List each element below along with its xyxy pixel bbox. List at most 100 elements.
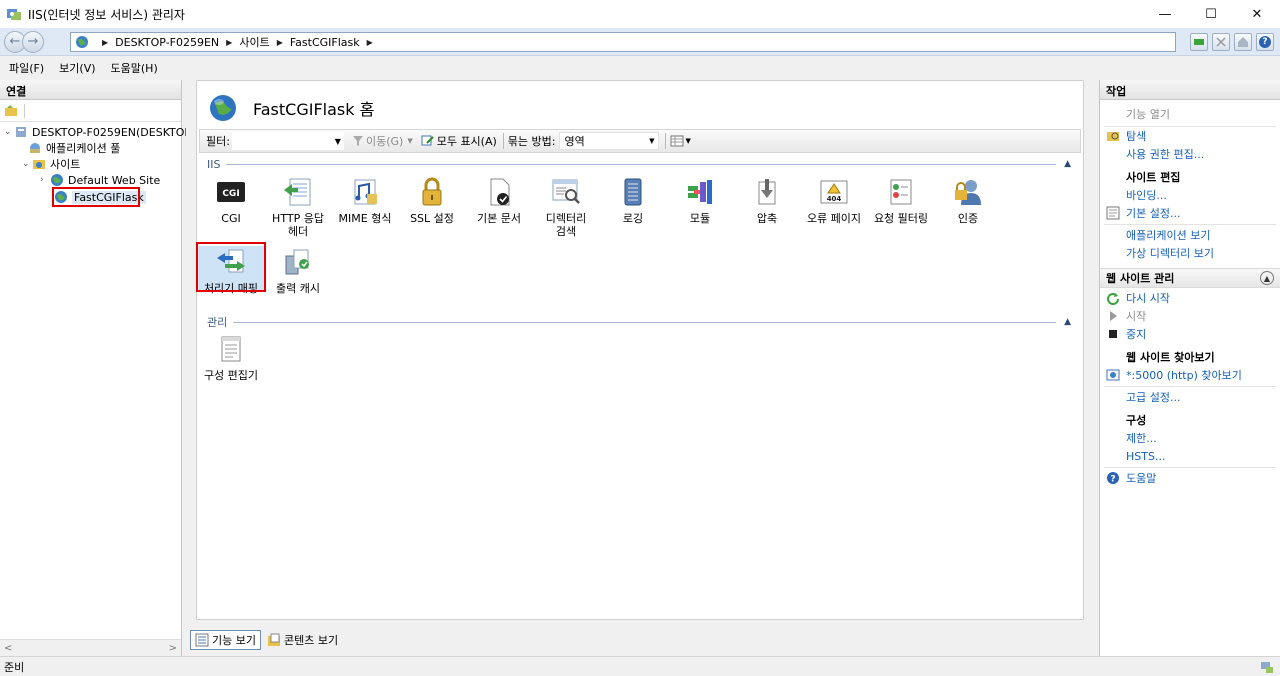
breadcrumb[interactable]: ▶ DESKTOP-F0259EN ▶ 사이트 ▶ FastCGIFlask ▶ bbox=[70, 32, 1176, 52]
tab-features-view[interactable]: 기능 보기 bbox=[190, 630, 261, 650]
crumb-site[interactable]: FastCGIFlask bbox=[290, 36, 360, 49]
filter-toolbar: 필터: ▼ 이동(G) ▼ 모두 표시(A) 묶는 방법: 영역 ▼ ▼ bbox=[199, 129, 1081, 153]
action-restart[interactable]: 다시 시작 bbox=[1106, 290, 1170, 306]
action-bindings[interactable]: 바인딩... bbox=[1106, 187, 1167, 203]
action-stop[interactable]: 중지 bbox=[1106, 326, 1146, 342]
explore-folder-icon bbox=[1107, 132, 1119, 141]
maximize-button[interactable]: ☐ bbox=[1188, 0, 1234, 28]
feature-ssl-settings[interactable]: SSL 설정 bbox=[399, 176, 465, 225]
action-help[interactable]: ? 도움말 bbox=[1106, 470, 1156, 486]
feature-error-pages[interactable]: 404 오류 페이지 bbox=[801, 176, 867, 225]
chevron-down-icon[interactable]: ▼ bbox=[335, 137, 341, 146]
edit-site-heading: 사이트 편집 bbox=[1126, 171, 1181, 184]
page-heading: FastCGIFlask 홈 bbox=[209, 93, 374, 123]
settings-page-icon bbox=[1106, 206, 1120, 220]
toolbar-divider bbox=[502, 133, 504, 149]
expand-chevron-icon[interactable]: ⌄ bbox=[22, 159, 32, 169]
status-bar: 준비 bbox=[0, 656, 1280, 676]
action-basic-settings[interactable]: 기본 설정... bbox=[1106, 205, 1180, 221]
group-divider bbox=[226, 163, 1057, 165]
minimize-button[interactable]: — bbox=[1142, 0, 1188, 28]
action-view-applications[interactable]: 애플리케이션 보기 bbox=[1106, 227, 1210, 243]
toolbar-divider bbox=[665, 133, 667, 149]
refresh-button[interactable] bbox=[1190, 33, 1208, 51]
show-all-button[interactable]: 모두 표시(A) bbox=[421, 133, 497, 149]
maximize-icon: ☐ bbox=[1205, 6, 1217, 22]
go-button[interactable]: 이동(G) ▼ bbox=[352, 133, 413, 149]
filter-input[interactable]: ▼ bbox=[231, 132, 344, 150]
feature-compression[interactable]: 압축 bbox=[734, 176, 800, 225]
menu-file[interactable]: 파일(F) bbox=[3, 60, 50, 76]
menu-help[interactable]: 도움말(H) bbox=[105, 60, 164, 76]
feature-directory-browsing[interactable]: 디렉터리 검색 bbox=[533, 176, 599, 238]
group-header-iis: IIS ▲ bbox=[207, 157, 1071, 171]
action-start[interactable]: 시작 bbox=[1106, 308, 1146, 324]
collapse-icon[interactable]: ▲ bbox=[1260, 271, 1274, 285]
tree-item-server[interactable]: ⌄ DESKTOP-F0259EN(DESKTOP bbox=[4, 124, 191, 140]
action-advanced-settings[interactable]: 고급 설정... bbox=[1106, 389, 1180, 405]
close-button[interactable]: ✕ bbox=[1234, 0, 1280, 28]
filter-funnel-icon bbox=[352, 136, 363, 146]
logging-icon bbox=[624, 178, 642, 206]
features-view: FastCGIFlask 홈 필터: ▼ 이동(G) ▼ 모두 표시(A) 묶는… bbox=[196, 80, 1084, 620]
action-hsts[interactable]: HSTS... bbox=[1106, 448, 1165, 464]
action-limits[interactable]: 제한... bbox=[1106, 430, 1157, 446]
action-explore[interactable]: 탐색 bbox=[1106, 128, 1146, 144]
scroll-right-icon[interactable]: > bbox=[169, 643, 177, 654]
stop-button[interactable] bbox=[1212, 33, 1230, 51]
forward-button[interactable]: → bbox=[22, 30, 44, 53]
action-open-feature[interactable]: 기능 열기 bbox=[1106, 106, 1170, 122]
tree-item-sites[interactable]: ⌄ 사이트 bbox=[22, 156, 80, 172]
actions-divider bbox=[1104, 224, 1276, 225]
feature-mime-types[interactable]: MIME 형식 bbox=[332, 176, 398, 225]
cgi-icon: CGI bbox=[217, 182, 245, 202]
feature-modules[interactable]: 모듈 bbox=[667, 176, 733, 225]
group-by-select[interactable]: 영역 ▼ bbox=[559, 132, 660, 150]
error-pages-icon: 404 bbox=[820, 180, 848, 204]
expand-chevron-icon[interactable]: › bbox=[40, 175, 50, 185]
feature-http-headers[interactable]: HTTP 응답 헤더 bbox=[265, 176, 331, 238]
configuration-editor-icon bbox=[221, 336, 241, 362]
feature-request-filtering[interactable]: 요청 필터링 bbox=[868, 176, 934, 225]
minimize-icon: — bbox=[1158, 6, 1172, 22]
mime-types-icon bbox=[354, 179, 377, 205]
feature-output-caching[interactable]: 출력 캐시 bbox=[265, 246, 331, 295]
feature-authentication[interactable]: 인증 bbox=[935, 176, 1001, 225]
globe-icon bbox=[76, 36, 88, 48]
crumb-sites[interactable]: 사이트 bbox=[239, 34, 269, 50]
server-icon bbox=[16, 127, 26, 137]
collapse-icon[interactable]: ▲ bbox=[1064, 159, 1071, 169]
view-mode-button[interactable]: ▼ bbox=[670, 135, 691, 147]
actions-divider bbox=[1104, 126, 1276, 127]
group-header-management: 관리 ▲ bbox=[207, 316, 1071, 329]
tree-item-app-pools[interactable]: 애플리케이션 풀 bbox=[28, 140, 120, 156]
scroll-left-icon[interactable]: < bbox=[4, 643, 12, 654]
actions-divider bbox=[1104, 467, 1276, 468]
help-icon: ? bbox=[1107, 472, 1119, 485]
horizontal-scrollbar[interactable]: < > bbox=[0, 639, 181, 656]
browse-globe-icon bbox=[1106, 369, 1120, 381]
stop-square-icon bbox=[1109, 330, 1117, 338]
home-button[interactable] bbox=[1234, 33, 1252, 51]
feature-logging[interactable]: 로깅 bbox=[600, 176, 666, 225]
action-edit-permissions[interactable]: 사용 권한 편집... bbox=[1106, 146, 1204, 162]
menu-bar: 파일(F) 보기(V) 도움말(H) bbox=[0, 57, 1280, 79]
feature-cgi[interactable]: CGI CGI bbox=[198, 176, 264, 225]
tree-item-default-web-site[interactable]: › Default Web Site bbox=[40, 172, 160, 188]
connect-icon[interactable] bbox=[4, 104, 18, 118]
feature-default-document[interactable]: 기본 문서 bbox=[466, 176, 532, 225]
crumb-server[interactable]: DESKTOP-F0259EN bbox=[115, 36, 219, 49]
modules-icon bbox=[688, 180, 712, 204]
menu-view[interactable]: 보기(V) bbox=[53, 60, 101, 76]
stop-icon bbox=[1216, 37, 1226, 47]
feature-configuration-editor[interactable]: 구성 편집기 bbox=[198, 333, 264, 382]
help-dropdown-button[interactable]: ? bbox=[1256, 33, 1274, 51]
action-view-virtual-directories[interactable]: 가상 디렉터리 보기 bbox=[1106, 245, 1214, 261]
default-document-icon bbox=[490, 178, 510, 206]
expand-chevron-icon[interactable]: ⌄ bbox=[4, 127, 14, 137]
title-bar: IIS(인터넷 정보 서비스) 관리자 — ☐ ✕ bbox=[0, 0, 1280, 28]
tab-content-view[interactable]: 콘텐츠 보기 bbox=[263, 631, 342, 649]
action-browse-5000[interactable]: *:5000 (http) 찾아보기 bbox=[1106, 367, 1242, 383]
connections-toolbar bbox=[0, 100, 181, 122]
collapse-icon[interactable]: ▲ bbox=[1064, 317, 1071, 327]
